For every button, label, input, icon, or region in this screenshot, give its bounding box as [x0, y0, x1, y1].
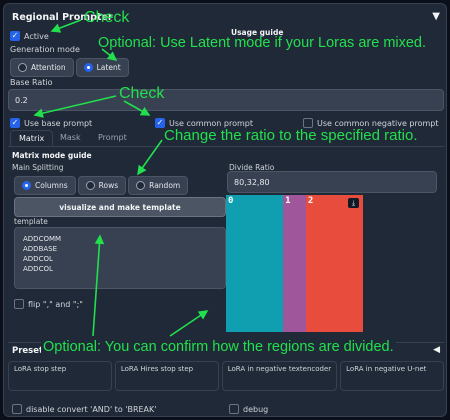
- arrow-to-use-common: [123, 100, 151, 116]
- arrow-to-use-base: [33, 95, 117, 118]
- arrow-to-active: [50, 19, 82, 33]
- arrow-to-latent: [101, 48, 118, 61]
- arrow-to-region-visualization: [169, 310, 209, 337]
- arrow-to-divide-ratio: [137, 139, 163, 176]
- annotation-arrows: [33, 19, 209, 337]
- arrow-to-visualize-button: [92, 234, 105, 337]
